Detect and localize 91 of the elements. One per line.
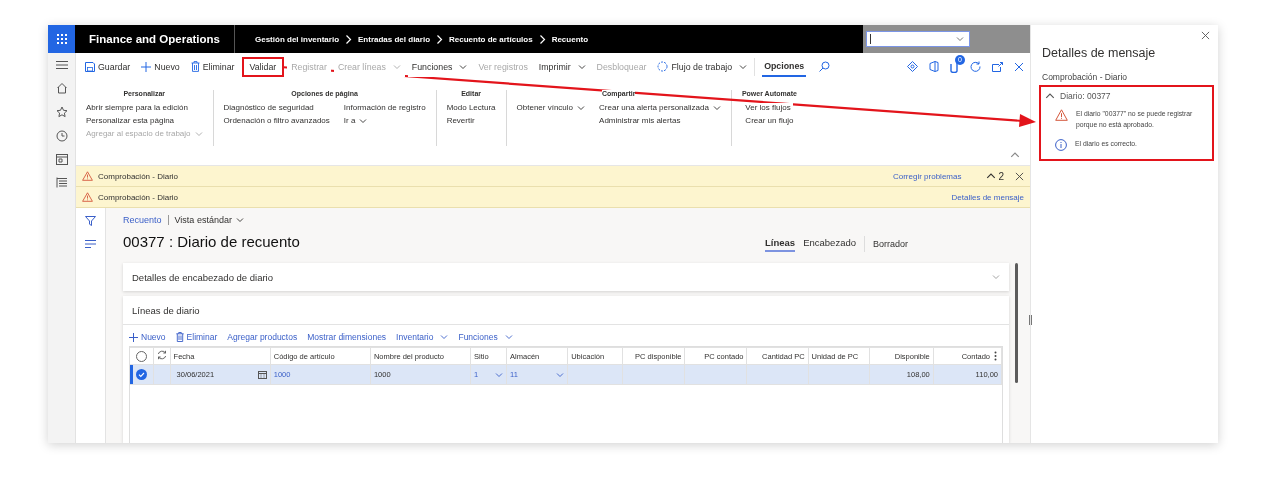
office-icon[interactable] bbox=[929, 61, 939, 72]
close-icon[interactable] bbox=[1015, 171, 1024, 181]
filter-icon[interactable] bbox=[85, 216, 96, 226]
grid-action[interactable]: Nuevo bbox=[129, 332, 166, 342]
pane-subtitle: Comprobación - Diario bbox=[1042, 72, 1129, 82]
ribbon-command[interactable]: Modo Lectura bbox=[446, 103, 496, 112]
ribbon-command[interactable]: Información de registro bbox=[343, 103, 426, 112]
caret-icon bbox=[359, 116, 368, 125]
caret-icon bbox=[577, 103, 586, 112]
pane-title: Detalles de mensaje bbox=[1042, 46, 1157, 60]
lines-icon[interactable] bbox=[85, 240, 96, 248]
trash-icon bbox=[175, 332, 184, 342]
caret-icon bbox=[235, 216, 244, 224]
chevron-icon bbox=[436, 34, 444, 44]
page-tab[interactable]: Líneas bbox=[765, 235, 796, 252]
close-icon[interactable] bbox=[1014, 61, 1024, 72]
collapse-icon[interactable] bbox=[1010, 150, 1020, 160]
message-text: Comprobación - Diario bbox=[98, 192, 179, 202]
warning-icon bbox=[82, 171, 93, 181]
clock-icon[interactable] bbox=[55, 130, 68, 142]
splitter-handle[interactable] bbox=[1029, 315, 1032, 325]
plus-icon bbox=[141, 61, 152, 72]
caret-icon bbox=[440, 333, 449, 341]
close-icon[interactable] bbox=[1201, 31, 1210, 40]
breadcrumb-link[interactable]: Recuento bbox=[551, 34, 589, 44]
checkbox[interactable] bbox=[135, 350, 147, 362]
search-icon[interactable] bbox=[819, 61, 831, 72]
caret-icon bbox=[739, 62, 748, 71]
breadcrumb-link[interactable]: Gestión del inventario bbox=[255, 34, 339, 44]
diamond-icon[interactable] bbox=[907, 61, 918, 72]
breadcrumb-link[interactable]: Recuento de artículos bbox=[449, 34, 533, 44]
trash-icon bbox=[190, 61, 200, 72]
warning-icon bbox=[1055, 109, 1068, 121]
warning-icon bbox=[82, 192, 93, 202]
caret-icon bbox=[495, 370, 504, 379]
ribbon-command[interactable]: Ver los flujos bbox=[745, 103, 794, 112]
grid-action[interactable]: Mostrar dimensiones bbox=[307, 332, 387, 342]
caret-icon bbox=[556, 370, 565, 379]
home-icon[interactable] bbox=[55, 82, 68, 94]
caret-icon bbox=[194, 129, 203, 138]
grid-action[interactable]: Agregar productos bbox=[227, 332, 298, 342]
popout-icon[interactable] bbox=[992, 61, 1003, 72]
toolbar-button[interactable]: Validar bbox=[241, 56, 285, 77]
section-title: Detalles de encabezado de diario bbox=[132, 271, 273, 283]
message-link[interactable]: Detalles de mensaje bbox=[951, 192, 1024, 202]
page-tab[interactable]: Encabezado bbox=[803, 235, 856, 252]
caret-icon bbox=[459, 62, 468, 71]
caret-icon bbox=[956, 35, 964, 43]
info-icon bbox=[1055, 138, 1067, 151]
message-text: Comprobación - Diario bbox=[98, 171, 179, 181]
ribbon-command[interactable]: Ordenación o filtro avanzados bbox=[223, 116, 330, 125]
breadcrumb-link[interactable]: Recuento bbox=[123, 215, 162, 225]
page-title: 00377 : Diario de recuento bbox=[123, 233, 300, 250]
section-title: Líneas de diario bbox=[132, 304, 200, 316]
caret-icon bbox=[504, 333, 513, 341]
ribbon-command[interactable]: Crear un flujo bbox=[745, 116, 794, 125]
view-selector[interactable]: Vista estándar bbox=[174, 215, 244, 225]
status-label: Borrador bbox=[873, 238, 908, 249]
caret-icon bbox=[392, 62, 401, 71]
chevron-icon bbox=[538, 34, 546, 44]
workspace-icon[interactable] bbox=[55, 154, 68, 165]
chevron-icon bbox=[345, 34, 352, 44]
plus-icon bbox=[129, 332, 138, 342]
refresh-icon bbox=[657, 61, 669, 72]
expand-button[interactable]: 2 bbox=[986, 170, 1004, 182]
caret-icon bbox=[1045, 91, 1055, 101]
save-icon bbox=[85, 61, 95, 72]
app-launcher-button[interactable] bbox=[48, 25, 75, 53]
scrollbar-thumb[interactable] bbox=[1015, 263, 1018, 383]
waffle-icon bbox=[56, 34, 67, 44]
menu-icon[interactable] bbox=[55, 60, 68, 70]
calendar-icon[interactable] bbox=[257, 370, 267, 379]
star-icon[interactable] bbox=[55, 106, 68, 118]
breadcrumb-link[interactable]: Entradas del diario bbox=[358, 34, 431, 44]
caret-icon bbox=[577, 62, 586, 71]
refresh-icon[interactable] bbox=[156, 350, 167, 360]
group-toggle[interactable]: Diario: 00377 bbox=[1045, 91, 1111, 101]
more-icon[interactable] bbox=[993, 351, 998, 361]
grid-action[interactable]: Eliminar bbox=[175, 332, 218, 342]
refresh-icon[interactable] bbox=[970, 61, 981, 72]
message-link[interactable]: Corregir problemas bbox=[892, 171, 962, 181]
grid-action[interactable]: Funciones bbox=[458, 332, 513, 342]
ribbon-command[interactable]: Obtener vínculo bbox=[516, 103, 586, 112]
expand-icon bbox=[992, 273, 1000, 281]
list-icon[interactable] bbox=[55, 177, 68, 188]
caret-icon bbox=[712, 103, 721, 112]
grid-action[interactable]: Inventario bbox=[396, 332, 449, 342]
ribbon-command[interactable]: Crear una alerta personalizada bbox=[599, 103, 721, 112]
checkbox[interactable] bbox=[135, 369, 147, 380]
caret-icon bbox=[986, 171, 997, 181]
dropdown-field[interactable] bbox=[866, 31, 970, 47]
